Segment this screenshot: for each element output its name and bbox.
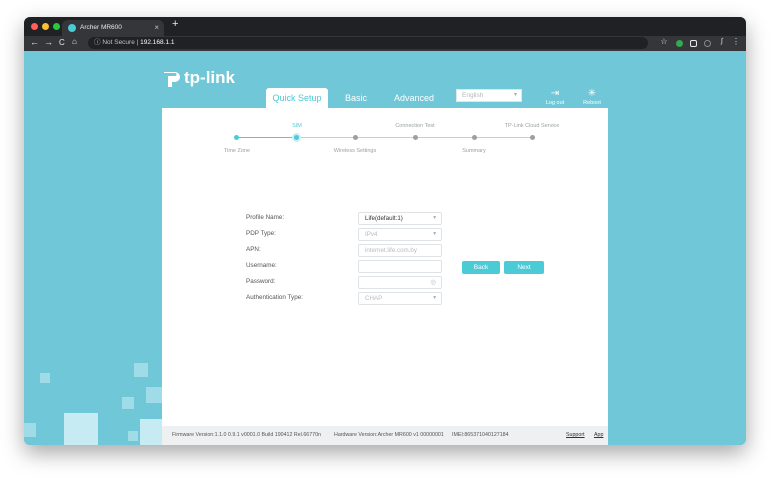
step-dot-time-zone: [234, 135, 239, 140]
pdp-type-row: PDP Type: IPv4 ▾: [246, 228, 506, 241]
tab-basic[interactable]: Basic: [336, 88, 376, 108]
decor-square: [134, 363, 148, 377]
page-content: tp-link Quick Setup Basic Advanced Engli…: [24, 51, 746, 445]
step-dot-connection: [413, 135, 418, 140]
pdp-type-label: PDP Type:: [246, 230, 276, 237]
step-dot-wireless: [353, 135, 358, 140]
eye-icon[interactable]: ◎: [430, 277, 436, 288]
language-select[interactable]: English ▾: [456, 89, 522, 102]
footer-bar: Firmware Version:1.1.0 0.9.1 v0001.0 Bui…: [162, 426, 608, 445]
setup-panel: Time Zone SIM Wireless Settings Connecti…: [162, 108, 608, 445]
browser-window: Archer MR600 × + ← → C ⌂ ⓘ Not Secure | …: [24, 17, 746, 445]
imei-text: IMEI:865371040127184: [452, 432, 509, 438]
next-button[interactable]: Next: [504, 261, 544, 274]
decor-square: [128, 431, 138, 441]
step-label-connection: Connection Test: [395, 123, 435, 129]
username-input[interactable]: [358, 260, 442, 273]
browser-tab[interactable]: Archer MR600 ×: [62, 20, 164, 36]
password-label: Password:: [246, 278, 276, 285]
auth-type-row: Authentication Type: CHAP ▾: [246, 292, 506, 305]
step-dot-cloud: [530, 135, 535, 140]
hardware-version: Hardware Version:Archer MR600 v1 0000000…: [334, 432, 444, 438]
apn-value: internet.life.com.by: [365, 247, 417, 254]
back-icon[interactable]: ←: [30, 37, 39, 47]
reboot-label: Reboot: [583, 100, 601, 106]
extension-icon[interactable]: [676, 40, 683, 47]
logout-icon: ⇥: [550, 88, 560, 99]
step-dot-summary: [472, 135, 477, 140]
step-dot-sim: [292, 133, 301, 142]
apn-row: APN: internet.life.com.by: [246, 244, 506, 257]
decor-square: [146, 387, 162, 403]
profile-name-row: Profile Name: Life(default:1) ▾: [246, 212, 506, 225]
logo-text: tp-link: [184, 68, 235, 87]
support-link[interactable]: Support: [566, 426, 585, 445]
home-icon[interactable]: ⌂: [72, 37, 77, 46]
password-row: Password: ◎: [246, 276, 506, 289]
back-button[interactable]: Back: [462, 261, 500, 274]
favicon-icon: [68, 24, 76, 32]
reboot-button[interactable]: ✳ Reboot: [577, 88, 607, 106]
decor-square: [122, 397, 134, 409]
maximize-window-button[interactable]: [53, 23, 60, 30]
username-label: Username:: [246, 262, 277, 269]
chevron-down-icon: ▾: [433, 231, 436, 237]
logout-label: Log out: [545, 100, 565, 106]
close-window-button[interactable]: [31, 23, 38, 30]
pdp-type-value: IPv4: [365, 231, 378, 238]
step-track-done: [236, 137, 298, 138]
new-tab-button[interactable]: +: [172, 18, 178, 30]
step-label-sim: SIM: [292, 123, 302, 129]
pdp-type-select[interactable]: IPv4 ▾: [358, 228, 442, 241]
step-label-time-zone: Time Zone: [223, 148, 251, 154]
menu-icon[interactable]: ⋮: [732, 38, 740, 46]
step-label-summary: Summary: [462, 148, 486, 154]
apn-label: APN:: [246, 246, 261, 253]
security-label: Not Secure: [102, 39, 135, 46]
decor-square: [140, 419, 162, 445]
url-text: 192.168.1.1: [140, 39, 175, 46]
reboot-icon: ✳: [587, 88, 597, 99]
firmware-version: Firmware Version:1.1.0 0.9.1 v0001.0 Bui…: [172, 432, 321, 438]
progress-steps: Time Zone SIM Wireless Settings Connecti…: [162, 108, 608, 168]
auth-type-value: CHAP: [365, 295, 383, 302]
forward-icon[interactable]: →: [44, 37, 53, 47]
browser-tab-bar: Archer MR600 × +: [24, 17, 746, 36]
chevron-down-icon: ▾: [433, 215, 436, 221]
profile-name-label: Profile Name:: [246, 214, 285, 221]
minimize-window-button[interactable]: [42, 23, 49, 30]
app-link[interactable]: App: [594, 426, 603, 445]
profile-name-value: Life(default:1): [365, 215, 403, 222]
auth-type-select[interactable]: CHAP ▾: [358, 292, 442, 305]
step-label-wireless: Wireless Settings: [333, 148, 377, 154]
tab-advanced[interactable]: Advanced: [386, 88, 442, 108]
chevron-down-icon: ▾: [433, 295, 436, 301]
tab-quick-setup[interactable]: Quick Setup: [266, 88, 328, 108]
shield-extension-icon[interactable]: [704, 40, 711, 47]
step-label-cloud: TP-Link Cloud Service: [504, 123, 560, 129]
chevron-down-icon: ▾: [513, 92, 517, 98]
password-input[interactable]: ◎: [358, 276, 442, 289]
pocket-icon[interactable]: [690, 40, 697, 47]
decor-square: [24, 423, 36, 437]
info-icon[interactable]: ⓘ: [94, 39, 101, 46]
decor-square: [64, 413, 98, 445]
window-controls: [31, 23, 60, 30]
profile-name-select[interactable]: Life(default:1) ▾: [358, 212, 442, 225]
language-value: English: [462, 92, 484, 99]
address-toolbar: ← → C ⌂ ⓘ Not Secure | 192.168.1.1 ☆ ∫ ⋮: [24, 36, 746, 51]
tp-link-logo-icon: [164, 72, 180, 87]
decor-square: [40, 373, 50, 383]
tab-title: Archer MR600: [80, 24, 122, 31]
logout-button[interactable]: ⇥ Log out: [540, 88, 570, 106]
tab-close-icon[interactable]: ×: [154, 20, 159, 36]
apn-input[interactable]: internet.life.com.by: [358, 244, 442, 257]
reload-icon[interactable]: C: [59, 38, 65, 47]
url-bar[interactable]: ⓘ Not Secure | 192.168.1.1: [88, 37, 648, 49]
profile-icon[interactable]: ∫: [718, 38, 726, 46]
bookmark-star-icon[interactable]: ☆: [660, 38, 668, 46]
auth-type-label: Authentication Type:: [246, 294, 303, 301]
